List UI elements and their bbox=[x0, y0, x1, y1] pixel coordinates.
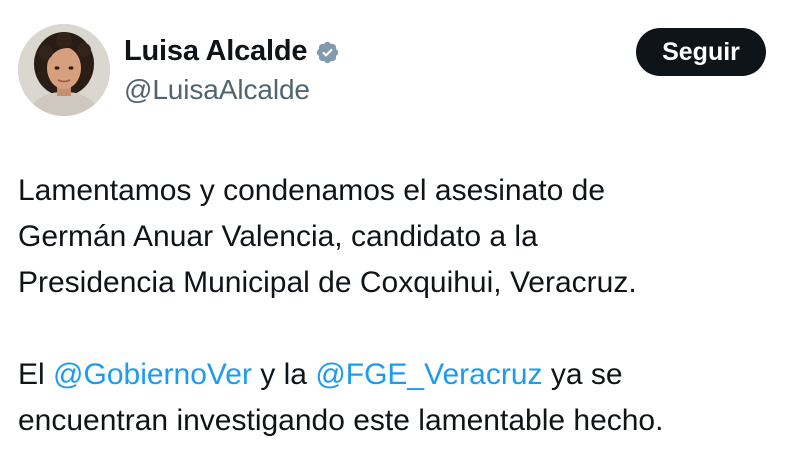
mention-link-fge-veracruz[interactable]: @FGE_Veracruz bbox=[315, 358, 542, 391]
verified-badge-icon[interactable] bbox=[315, 40, 340, 65]
follow-button[interactable]: Seguir bbox=[636, 28, 766, 76]
tweet-text-fragment: y la bbox=[260, 358, 307, 391]
mention-link-gobiernover[interactable]: @GobiernoVer bbox=[53, 358, 252, 391]
tweet-line: Presidencia Municipal de Coxquihui, Vera… bbox=[18, 266, 637, 299]
tweet-text-fragment: El bbox=[18, 358, 45, 391]
display-name-row: Luisa Alcalde bbox=[124, 32, 340, 70]
author-handle[interactable]: @LuisaAlcalde bbox=[124, 74, 340, 106]
tweet-header: Luisa Alcalde @LuisaAlcalde Seguir bbox=[18, 24, 782, 116]
author-names: Luisa Alcalde @LuisaAlcalde bbox=[124, 32, 340, 106]
avatar[interactable] bbox=[18, 24, 110, 116]
tweet-text-fragment: ya se bbox=[550, 358, 623, 391]
tweet-paragraph-1: Lamentamos y condenamos el asesinato de … bbox=[18, 168, 788, 306]
display-name[interactable]: Luisa Alcalde bbox=[124, 35, 307, 68]
tweet-paragraph-2: El @GobiernoVer y la @FGE_Veracruz ya se… bbox=[18, 352, 788, 444]
tweet-text: Lamentamos y condenamos el asesinato de … bbox=[18, 168, 788, 444]
tweet-line: Germán Anuar Valencia, candidato a la bbox=[18, 220, 538, 253]
tweet-line: Lamentamos y condenamos el asesinato de bbox=[18, 174, 606, 207]
tweet-card: Luisa Alcalde @LuisaAlcalde Seguir Lamen… bbox=[0, 0, 800, 456]
tweet-line: El @GobiernoVer y la @FGE_Veracruz ya se bbox=[18, 352, 788, 398]
avatar-image bbox=[18, 24, 110, 116]
tweet-line: encuentran investigando este lamentable … bbox=[18, 404, 664, 437]
